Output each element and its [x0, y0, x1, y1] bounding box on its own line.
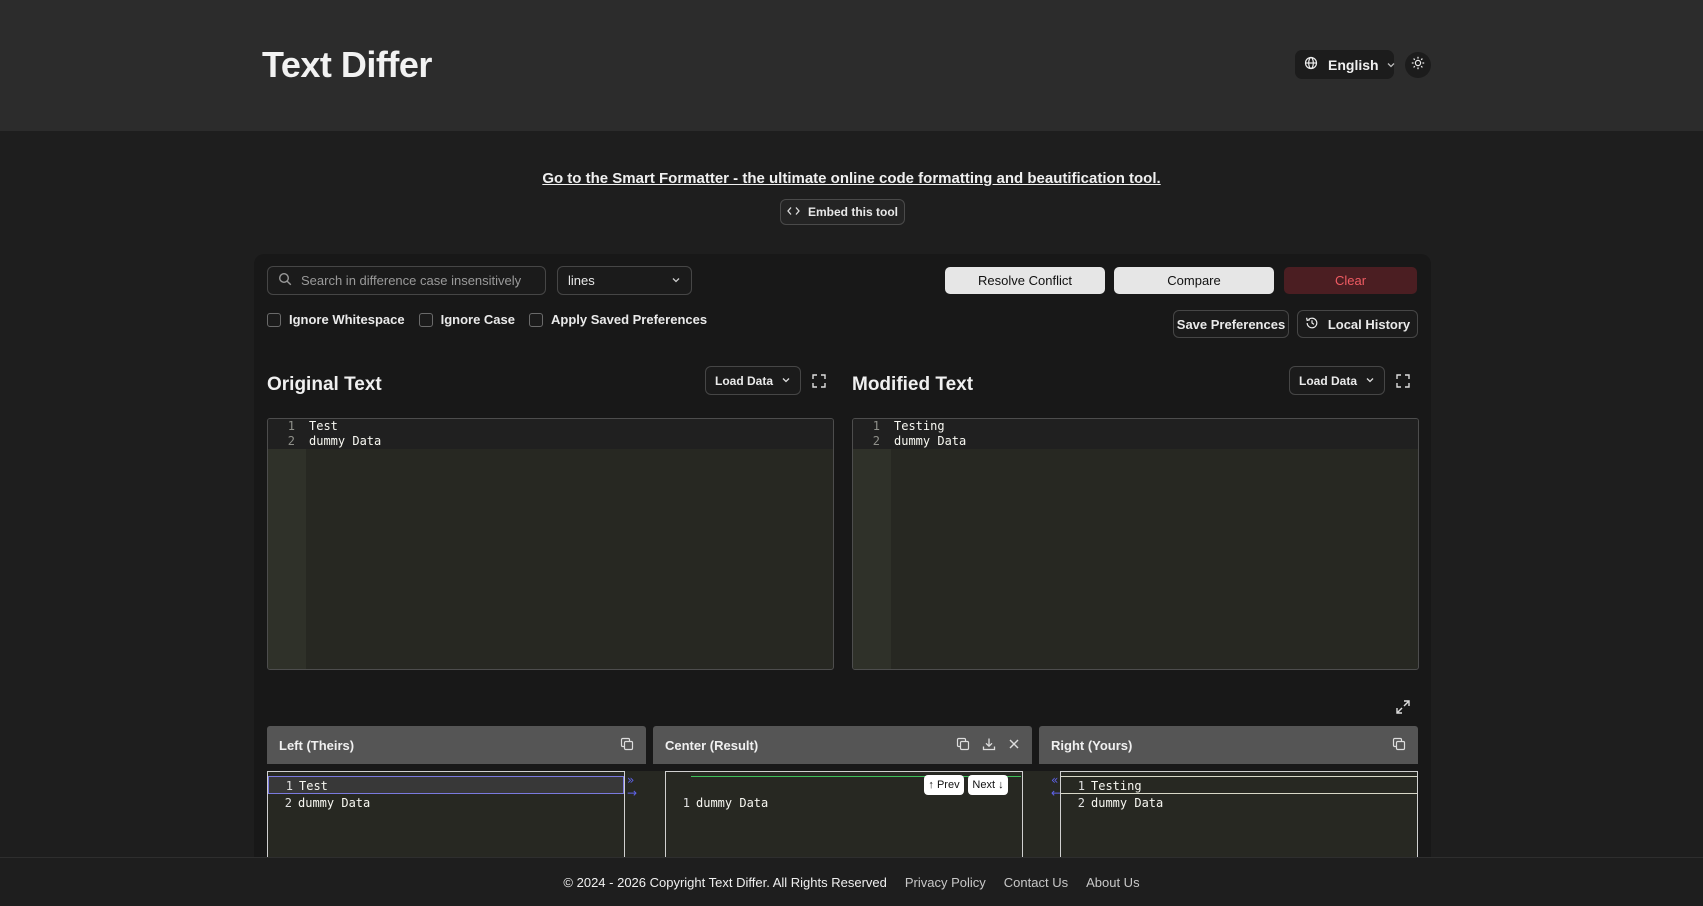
merge-line: 1 Test [268, 776, 624, 794]
modified-text-title: Modified Text [852, 374, 974, 395]
next-diff-button[interactable]: Next ↓ [968, 775, 1008, 795]
privacy-policy-link[interactable]: Privacy Policy [905, 875, 986, 890]
ignore-case-label: Ignore Case [440, 312, 515, 327]
original-text-editor[interactable]: 1 Test 2 dummy Data [267, 418, 834, 670]
save-preferences-label: Save Preferences [1176, 316, 1286, 332]
search-icon [278, 272, 292, 289]
copy-icon[interactable] [1392, 737, 1406, 754]
original-load-data-button[interactable]: Load Data [705, 366, 801, 395]
code-icon [787, 205, 800, 219]
diff-search-input[interactable]: Search in difference case insensitively [267, 266, 546, 295]
language-label: English [1328, 56, 1379, 73]
editor-line: 1 Testing [853, 419, 1418, 434]
language-selector[interactable]: English [1295, 50, 1396, 79]
chevron-down-icon [671, 273, 681, 288]
merge-line: 2 dummy Data [1077, 796, 1164, 810]
clear-button[interactable]: Clear [1284, 267, 1417, 294]
editor-line: 2 dummy Data [853, 434, 1418, 449]
theme-toggle-button[interactable] [1405, 52, 1431, 78]
modified-text-editor[interactable]: 1 Testing 2 dummy Data [852, 418, 1419, 670]
site-footer: © 2024 - 2026 Copyright Text Differ. All… [0, 857, 1703, 906]
original-load-label: Load Data [714, 373, 773, 388]
site-header: Text Differ English [0, 0, 1703, 131]
modified-load-data-button[interactable]: Load Data [1289, 366, 1385, 395]
merge-right-header: Right (Yours) [1039, 726, 1418, 764]
contact-us-link[interactable]: Contact Us [1004, 875, 1068, 890]
expand-icon[interactable] [1395, 699, 1411, 715]
chevron-down-icon [1386, 57, 1396, 73]
editor-gutter [853, 419, 891, 669]
granularity-select[interactable]: lines [557, 266, 692, 295]
copyright-text: © 2024 - 2026 Copyright Text Differ. All… [563, 874, 887, 890]
apply-saved-preferences-checkbox[interactable] [529, 312, 543, 327]
ignore-case-checkbox[interactable] [418, 312, 433, 327]
modified-load-label: Load Data [1298, 373, 1357, 388]
save-preferences-button[interactable]: Save Preferences [1173, 310, 1289, 338]
compare-button[interactable]: Compare [1114, 267, 1274, 294]
accept-right-arrow-icon[interactable]: « [1051, 774, 1058, 786]
copy-icon[interactable] [956, 737, 970, 754]
merge-line: 1 Testing [1061, 776, 1417, 794]
search-placeholder: Search in difference case insensitively [301, 273, 522, 288]
local-history-label: Local History [1327, 316, 1411, 332]
apply-saved-preferences-label: Apply Saved Preferences [551, 312, 708, 327]
ignore-whitespace-label: Ignore Whitespace [289, 312, 405, 327]
merge-center-header: Center (Result) [653, 726, 1032, 764]
close-icon[interactable] [1008, 738, 1020, 753]
prev-diff-button[interactable]: ↑ Prev [924, 775, 964, 795]
original-text-title: Original Text [267, 374, 382, 395]
merge-right-title: Right (Yours) [1051, 737, 1133, 753]
local-history-button[interactable]: Local History [1297, 310, 1418, 338]
merge-line: 2 dummy Data [284, 796, 371, 810]
history-icon [1305, 316, 1319, 333]
granularity-value: lines [568, 273, 595, 288]
download-icon[interactable] [982, 737, 996, 754]
chevron-down-icon [1365, 374, 1375, 388]
resolve-conflict-button[interactable]: Resolve Conflict [945, 267, 1105, 294]
editor-line: 2 dummy Data [268, 434, 833, 449]
sun-icon [1411, 56, 1425, 75]
chevron-down-icon [781, 374, 791, 388]
editor-line: 1 Test [268, 419, 833, 434]
merge-left-title: Left (Theirs) [279, 737, 355, 753]
smart-formatter-link[interactable]: Go to the Smart Formatter - the ultimate… [0, 170, 1703, 187]
fullscreen-icon[interactable] [1395, 373, 1411, 389]
globe-icon [1304, 56, 1318, 73]
fullscreen-icon[interactable] [811, 373, 827, 389]
copy-icon[interactable] [620, 737, 634, 754]
editor-gutter [268, 419, 306, 669]
embed-tool-button[interactable]: Embed this tool [780, 199, 905, 225]
merge-left-header: Left (Theirs) [267, 726, 646, 764]
embed-label: Embed this tool [808, 205, 898, 219]
about-us-link[interactable]: About Us [1086, 875, 1139, 890]
merge-line: 1 dummy Data [682, 796, 769, 810]
brand-title[interactable]: Text Differ [262, 44, 432, 86]
merge-center-title: Center (Result) [665, 737, 759, 753]
arrow-right-icon[interactable]: → [627, 787, 637, 799]
ignore-whitespace-checkbox[interactable] [267, 312, 281, 327]
options-row: Ignore Whitespace Ignore Case Apply Save… [267, 312, 707, 327]
accept-left-arrow-icon[interactable]: » [627, 774, 634, 786]
